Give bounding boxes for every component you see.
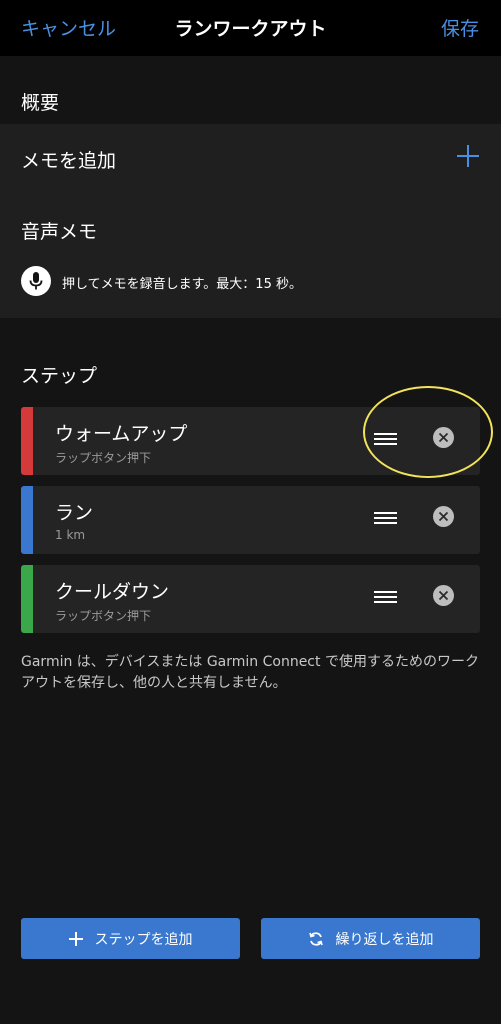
add-memo-row[interactable]: メモを追加 [21, 146, 116, 173]
remove-step-button[interactable] [433, 585, 454, 606]
add-step-button[interactable]: ステップを追加 [21, 918, 240, 959]
step-title: ラン [55, 502, 94, 524]
step-color-bar [21, 565, 33, 633]
highlight-annotation-ring [363, 386, 493, 478]
close-icon [438, 590, 449, 601]
plus-icon[interactable] [457, 145, 479, 167]
step-color-bar [21, 486, 33, 554]
step-subtitle: ラップボタン押下 [55, 451, 152, 465]
step-card-cooldown[interactable]: クールダウン ラップボタン押下 [21, 565, 480, 633]
step-title: ウォームアップ [55, 423, 188, 445]
add-repeat-button[interactable]: 繰り返しを追加 [261, 918, 480, 959]
remove-step-button[interactable] [433, 506, 454, 527]
top-navigation-bar: キャンセル ランワークアウト 保存 [0, 0, 501, 56]
add-step-label: ステップを追加 [94, 931, 193, 948]
repeat-icon [308, 931, 324, 947]
add-repeat-label: 繰り返しを追加 [335, 931, 434, 948]
record-hint-text: 押してメモを録音します。最大：15 秒。 [62, 277, 302, 292]
page-title: ランワークアウト [174, 18, 327, 40]
step-subtitle: 1 km [55, 528, 86, 542]
memo-panel: メモを追加 音声メモ 押してメモを録音します。最大：15 秒。 [0, 124, 501, 318]
step-color-bar [21, 407, 33, 475]
save-button[interactable]: 保存 [441, 14, 479, 41]
drag-handle-icon[interactable] [374, 510, 397, 526]
plus-icon [68, 931, 83, 946]
record-voice-memo-button[interactable] [21, 266, 51, 296]
privacy-note: Garmin は、デバイスまたは Garmin Connect で使用するための… [21, 654, 479, 691]
step-title: クールダウン [55, 581, 170, 603]
steps-section-heading: ステップ [21, 365, 98, 387]
step-subtitle: ラップボタン押下 [55, 609, 152, 623]
microphone-icon [29, 272, 43, 290]
drag-handle-icon[interactable] [374, 589, 397, 605]
close-icon [438, 511, 449, 522]
step-card-run[interactable]: ラン 1 km [21, 486, 480, 554]
overview-section-heading: 概要 [21, 92, 60, 114]
voice-memo-heading: 音声メモ [21, 221, 98, 243]
